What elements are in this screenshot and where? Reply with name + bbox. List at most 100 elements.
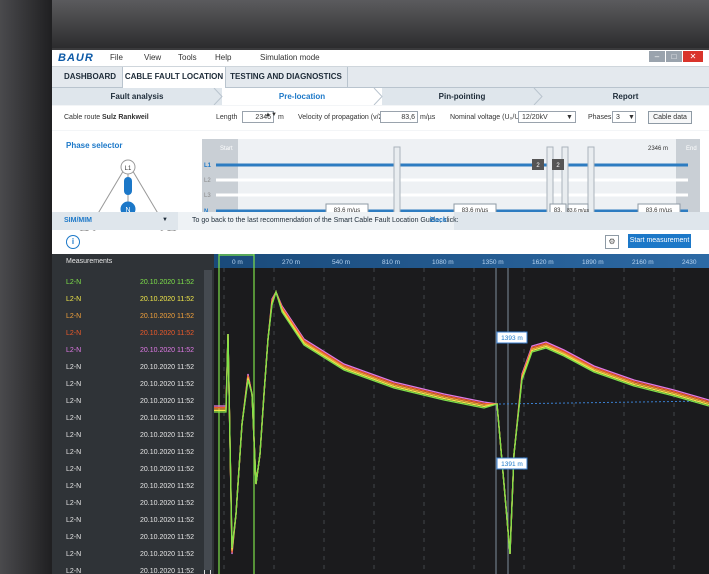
length-unit: m	[278, 114, 284, 121]
minimize-icon[interactable]: –	[649, 51, 665, 62]
end-label: End	[686, 146, 697, 152]
measurement-phase: L2-N	[66, 517, 82, 524]
cable-map[interactable]: Start 2346 m End L1 L2 L3 N 2 2	[202, 139, 700, 219]
measurement-date: 20.10.2020 11:52	[140, 483, 194, 490]
measurement-phase: L2-N	[66, 381, 82, 388]
list-item[interactable]: L2-N 20.10.2020 11:52	[66, 500, 211, 512]
measurement-phase: L2-N	[66, 500, 82, 507]
list-item[interactable]: L2-N 20.10.2020 11:52	[66, 381, 211, 393]
window-controls: – □ ✕	[648, 51, 703, 62]
tick-label: 540 m	[332, 259, 350, 266]
list-item[interactable]: L2-N 20.10.2020 11:52	[66, 347, 211, 359]
measurement-phase: L2-N	[66, 398, 82, 405]
monitor-bezel-left	[0, 0, 52, 574]
guide-hint: To go back to the last recommendation of…	[192, 217, 459, 224]
measurement-date: 20.10.2020 11:52	[140, 347, 194, 354]
app-window: BAUR File View Tools Help Simulation mod…	[52, 50, 709, 574]
list-item[interactable]: L2-N 20.10.2020 11:52	[66, 313, 211, 325]
back-link[interactable]: Back	[430, 217, 447, 224]
measurement-phase: L2-N	[66, 534, 82, 541]
action-bar: i ⚙ Start measurement	[52, 231, 709, 253]
list-scrollbar[interactable]	[204, 270, 212, 570]
chevron-down-icon[interactable]: ▼	[162, 217, 168, 223]
tab-cable-fault-location[interactable]: CABLE FAULT LOCATION	[122, 67, 226, 88]
list-item[interactable]: L2-N 20.10.2020 11:52	[66, 330, 211, 342]
waveform-trace	[214, 290, 709, 555]
list-item[interactable]: L2-N 20.10.2020 11:52	[66, 551, 211, 563]
list-item[interactable]: L2-N 20.10.2020 11:52	[66, 466, 211, 478]
baur-logo: BAUR	[58, 52, 94, 64]
measurement-date: 20.10.2020 11:52	[140, 551, 194, 558]
menu-tools[interactable]: Tools	[178, 53, 197, 62]
measurement-phase: L2-N	[66, 483, 82, 490]
menu-file[interactable]: File	[110, 53, 123, 62]
list-item[interactable]: L2-N 20.10.2020 11:52	[66, 568, 211, 574]
tick-label: 1080 m	[432, 259, 454, 266]
tick-label: 2430	[682, 259, 697, 266]
main-tabs: DASHBOARD CABLE FAULT LOCATION TESTING A…	[52, 67, 709, 88]
measurement-date: 20.10.2020 11:52	[140, 449, 194, 456]
measurement-phase: L2-N	[66, 551, 82, 558]
chevron-down-icon[interactable]: ▼	[566, 114, 573, 121]
reflectogram-plot[interactable]: 0 m 270 m 540 m 810 m 1080 m 1350 m 1620 m 1890…	[214, 254, 709, 574]
cable-data-button[interactable]: Cable data	[648, 111, 692, 124]
start-measurement-button[interactable]: Start measurement	[628, 234, 691, 248]
list-item[interactable]: L2-N 20.10.2020 11:52	[66, 534, 211, 546]
measurement-date: 20.10.2020 11:52	[140, 415, 194, 422]
tick-label: 0 m	[232, 259, 243, 266]
tick-label: 1350 m	[482, 259, 504, 266]
tab-dashboard[interactable]: DASHBOARD	[58, 67, 122, 87]
line-label-l1: L1	[204, 163, 212, 169]
monitor-bezel-top	[0, 0, 709, 48]
tick-label: 1620 m	[532, 259, 554, 266]
menu-simulation-mode[interactable]: Simulation mode	[260, 53, 320, 62]
line-label-l2: L2	[204, 178, 211, 184]
list-item[interactable]: L2-N 20.10.2020 11:52	[66, 415, 211, 427]
list-item[interactable]: L2-N 20.10.2020 11:52	[66, 449, 211, 461]
list-item[interactable]: L2-N 20.10.2020 11:52	[66, 483, 211, 495]
list-item[interactable]: L2-N 20.10.2020 11:52	[66, 432, 211, 444]
chevron-down-icon[interactable]: ▼	[628, 114, 635, 121]
wizard-chevrons	[213, 88, 543, 105]
length-label: Length	[216, 114, 238, 121]
length-stepper-icon[interactable]: ▲▼	[265, 112, 277, 118]
info-icon[interactable]: i	[66, 235, 80, 249]
vop-unit: m/µs	[420, 114, 436, 121]
wizard-steps: Fault analysis Pre-location Pin-pointing…	[52, 88, 709, 105]
waveform-trace	[214, 289, 709, 555]
sim-mim-bar: SIM/MIM ▼ To go back to the last recomme…	[52, 212, 709, 230]
gear-icon[interactable]: ⚙	[605, 235, 619, 249]
measurement-phase: L2-N	[66, 432, 82, 439]
measurement-phase: L2-N	[66, 313, 82, 320]
phase-selector-label: Phase selector	[66, 141, 123, 150]
list-item[interactable]: L2-N 20.10.2020 11:52	[66, 364, 211, 376]
menu-help[interactable]: Help	[215, 53, 231, 62]
tick-label: 2160 m	[632, 259, 654, 266]
measurement-phase: L2-N	[66, 364, 82, 371]
cable-route-label: Cable route	[64, 114, 101, 121]
waveform-trace	[214, 289, 709, 555]
measurements-list: Measurements L2-N 20.10.2020 11:52 L2-N 20.…	[52, 254, 214, 574]
line-label-l3: L3	[204, 193, 211, 199]
measurement-date: 20.10.2020 11:52	[140, 330, 194, 337]
list-item[interactable]: L2-N 20.10.2020 11:52	[66, 296, 211, 308]
measurement-date: 20.10.2020 11:52	[140, 534, 194, 541]
tab-testing-and-diagnostics[interactable]: TESTING AND DIAGNOSTICS	[225, 67, 348, 87]
vop-input[interactable]: 83,6	[380, 111, 418, 123]
list-item[interactable]: L2-N 20.10.2020 11:52	[66, 398, 211, 410]
cursor-label: 1393 m	[501, 335, 523, 342]
cursor-label: 1391 m	[501, 461, 523, 468]
vop-label: Velocity of propagation (v/2)	[298, 114, 385, 121]
list-item[interactable]: L2-N 20.10.2020 11:52	[66, 517, 211, 529]
maximize-icon[interactable]: □	[666, 51, 682, 62]
tick-label: 270 m	[282, 259, 300, 266]
list-item[interactable]: L2-N 20.10.2020 11:52	[66, 279, 211, 291]
measurement-date: 20.10.2020 11:52	[140, 500, 194, 507]
menu-view[interactable]: View	[144, 53, 161, 62]
measurement-date: 20.10.2020 11:52	[140, 398, 194, 405]
cable-route-value: Sulz Rankweil	[102, 114, 149, 121]
close-icon[interactable]: ✕	[683, 51, 703, 62]
sim-mim-select[interactable]: SIM/MIM	[64, 217, 92, 224]
measurement-date: 20.10.2020 11:52	[140, 466, 194, 473]
cable-end-length: 2346 m	[648, 146, 668, 152]
